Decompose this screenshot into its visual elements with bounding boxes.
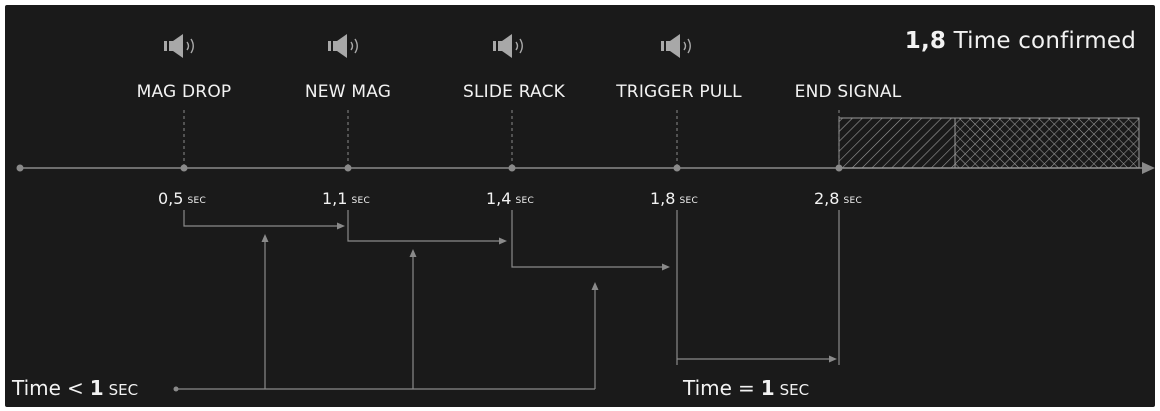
- end-signal-crosshatch-block: [954, 117, 1140, 169]
- timeline-start-dot: [16, 164, 24, 172]
- tick-unit: SEC: [187, 196, 207, 206]
- tick-label-slide-rack: 1,4 SEC: [486, 189, 534, 208]
- event-dot-trigger-pull: [673, 164, 681, 172]
- event-dot-end-signal: [835, 164, 843, 172]
- tick-time: 1,8: [650, 189, 676, 208]
- step-arrowhead-3: [662, 263, 670, 271]
- step-arrow-1: [183, 210, 337, 227]
- note-value: 1: [760, 376, 775, 400]
- title-value: 1,8: [904, 28, 947, 54]
- step-arrow-2: [347, 210, 499, 242]
- title-text: Time confirmed: [953, 28, 1136, 54]
- event-dot-slide-rack: [508, 164, 516, 172]
- event-label-end-signal: END SIGNAL: [794, 82, 902, 102]
- speaker-icon: [164, 34, 194, 58]
- speaker-icon: [328, 34, 358, 58]
- step-arrow-3: [511, 210, 662, 268]
- stage: 1,8 Time confirmed MAG DROP NEW MAG SLID…: [0, 0, 1160, 411]
- note-prefix: Time: [683, 376, 732, 400]
- step-arrowhead-1: [337, 222, 345, 230]
- note-prefix: Time: [12, 376, 61, 400]
- note-time-equals: Time = 1 SEC: [683, 376, 809, 400]
- note-value: 1: [89, 376, 104, 400]
- note-operator: <: [66, 376, 84, 400]
- event-dot-mag-drop: [180, 164, 188, 172]
- event-label-mag-drop: MAG DROP: [136, 82, 232, 102]
- event-label-trigger-pull: TRIGGER PULL: [616, 82, 742, 102]
- end-signal-hatch-block: [838, 117, 956, 169]
- tick-time: 1,4: [486, 189, 512, 208]
- bracket-riser-arrowhead-1: [261, 234, 269, 242]
- note-unit: SEC: [779, 381, 810, 399]
- event-label-new-mag: NEW MAG: [304, 82, 392, 102]
- tick-label-end-signal: 2,8 SEC: [814, 189, 862, 208]
- tick-time: 0,5: [158, 189, 184, 208]
- timeline-arrowhead: [1142, 162, 1155, 174]
- measure-arrowhead: [829, 355, 837, 363]
- speaker-icon: [493, 34, 523, 58]
- event-label-slide-rack: SLIDE RACK: [463, 82, 565, 102]
- step-arrowhead-2: [499, 237, 507, 245]
- tick-unit: SEC: [843, 196, 863, 206]
- event-dot-new-mag: [344, 164, 352, 172]
- tick-unit: SEC: [515, 196, 535, 206]
- diagram-title: 1,8 Time confirmed: [905, 28, 1136, 54]
- note-operator: =: [737, 376, 755, 400]
- bracket-riser-arrowhead-3: [591, 282, 599, 290]
- speaker-icon: [661, 34, 691, 58]
- tick-label-mag-drop: 0,5 SEC: [158, 189, 206, 208]
- tick-unit: SEC: [351, 196, 371, 206]
- bracket-riser-arrowhead-2: [409, 249, 417, 257]
- tick-label-new-mag: 1,1 SEC: [322, 189, 370, 208]
- tick-label-trigger-pull: 1,8 SEC: [650, 189, 698, 208]
- note-time-less-than: Time <1 SEC: [12, 376, 138, 400]
- tick-time: 1,1: [322, 189, 348, 208]
- tick-unit: SEC: [679, 196, 699, 206]
- note-unit: SEC: [108, 381, 139, 399]
- tick-time: 2,8: [814, 189, 840, 208]
